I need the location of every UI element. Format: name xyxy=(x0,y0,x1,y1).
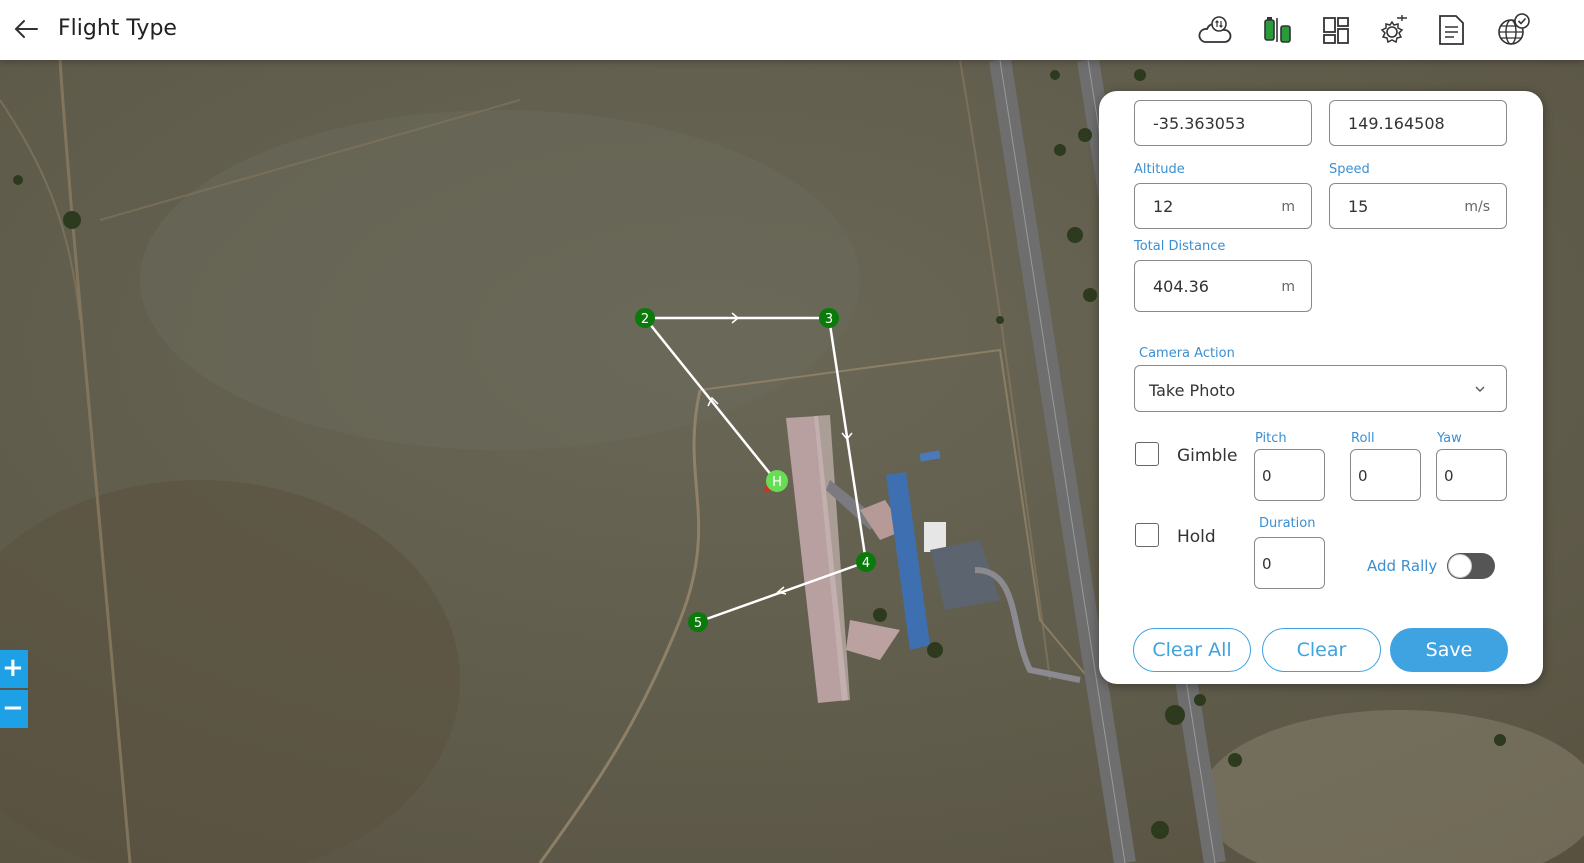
svg-text:2: 2 xyxy=(641,312,649,327)
total-distance-field[interactable]: 404.36 m xyxy=(1134,260,1312,312)
waypoint-marker[interactable]: 3 xyxy=(819,308,839,328)
clear-all-button[interactable]: Clear All xyxy=(1133,628,1251,672)
home-marker[interactable]: H xyxy=(766,470,788,492)
svg-text:4: 4 xyxy=(862,556,870,571)
chevron-down-icon xyxy=(1474,380,1486,399)
document-icon[interactable] xyxy=(1433,12,1469,48)
path-segment xyxy=(827,317,868,563)
hold-checkbox[interactable] xyxy=(1135,523,1159,547)
camera-action-select[interactable]: Take Photo xyxy=(1134,365,1507,412)
save-button[interactable]: Save xyxy=(1390,628,1508,672)
total-distance-value: 404.36 xyxy=(1153,277,1209,296)
speed-label: Speed xyxy=(1329,162,1370,177)
waypoint-marker[interactable]: 2 xyxy=(635,308,655,328)
camera-action-label: Camera Action xyxy=(1139,346,1235,361)
svg-text:3: 3 xyxy=(825,312,833,327)
svg-text:5: 5 xyxy=(694,616,702,631)
duration-field[interactable]: 0 xyxy=(1254,537,1325,589)
hold-label: Hold xyxy=(1177,527,1216,547)
gimble-checkbox[interactable] xyxy=(1135,442,1159,466)
altitude-field[interactable]: 12 m xyxy=(1134,183,1312,229)
dashboard-layout-icon[interactable] xyxy=(1318,12,1354,48)
zoom-in-button[interactable]: + xyxy=(0,650,28,688)
add-rally-toggle[interactable] xyxy=(1447,553,1495,579)
path-segment xyxy=(697,560,867,624)
latitude-value: -35.363053 xyxy=(1153,114,1246,133)
waypoint-marker[interactable]: 4 xyxy=(856,552,876,572)
roll-field[interactable]: 0 xyxy=(1350,449,1421,501)
globe-check-icon[interactable] xyxy=(1495,12,1531,48)
longitude-field[interactable]: 149.164508 xyxy=(1329,100,1507,146)
speed-field[interactable]: 15 m/s xyxy=(1329,183,1507,229)
pitch-label: Pitch xyxy=(1255,431,1287,446)
drone-battery-icon[interactable] xyxy=(1260,12,1296,48)
toggle-knob xyxy=(1448,554,1472,578)
yaw-value: 0 xyxy=(1444,467,1454,485)
total-distance-unit: m xyxy=(1281,279,1295,295)
camera-action-value: Take Photo xyxy=(1149,381,1236,400)
speed-value: 15 xyxy=(1348,197,1369,216)
speed-unit: m/s xyxy=(1464,199,1490,215)
cloud-sync-icon[interactable] xyxy=(1197,12,1233,48)
waypoint-marker[interactable]: 5 xyxy=(688,612,708,632)
drone-settings-icon[interactable] xyxy=(1375,12,1411,48)
back-arrow-icon[interactable] xyxy=(12,14,42,44)
add-rally-label: Add Rally xyxy=(1367,557,1438,575)
roll-value: 0 xyxy=(1358,467,1368,485)
zoom-out-button[interactable]: − xyxy=(0,690,28,728)
pitch-value: 0 xyxy=(1262,467,1272,485)
top-header: Flight Type xyxy=(0,0,1584,60)
duration-value: 0 xyxy=(1262,555,1272,573)
altitude-value: 12 xyxy=(1153,197,1174,216)
latitude-field[interactable]: -35.363053 xyxy=(1134,100,1312,146)
svg-text:H: H xyxy=(772,475,782,490)
clear-button[interactable]: Clear xyxy=(1262,628,1381,672)
yaw-field[interactable]: 0 xyxy=(1436,449,1507,501)
waypoint-settings-panel: -35.363053 149.164508 Altitude 12 m Spee… xyxy=(1099,91,1543,684)
longitude-value: 149.164508 xyxy=(1348,114,1445,133)
gimble-label: Gimble xyxy=(1177,446,1238,466)
roll-label: Roll xyxy=(1351,431,1375,446)
altitude-label: Altitude xyxy=(1134,162,1185,177)
altitude-unit: m xyxy=(1281,199,1295,215)
pitch-field[interactable]: 0 xyxy=(1254,449,1325,501)
yaw-label: Yaw xyxy=(1437,431,1462,446)
page-title: Flight Type xyxy=(58,16,177,41)
total-distance-label: Total Distance xyxy=(1134,239,1226,254)
duration-label: Duration xyxy=(1259,516,1316,531)
